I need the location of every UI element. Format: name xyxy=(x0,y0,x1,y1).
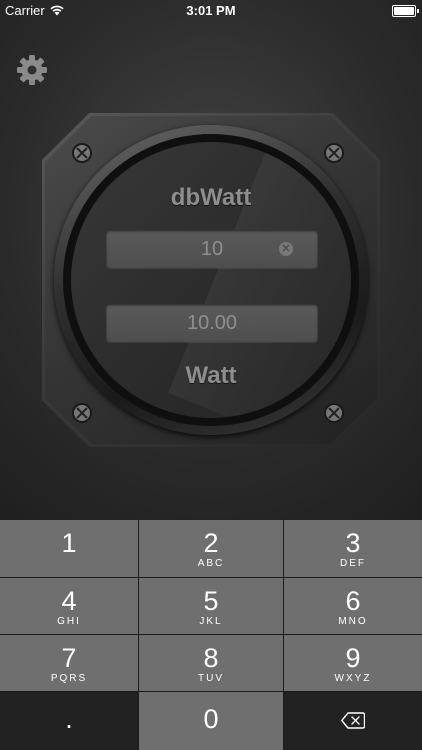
key-digit: 2 xyxy=(203,528,219,558)
status-bar: Carrier 3:01 PM xyxy=(0,0,422,22)
gauge-panel: dbWatt 10 ✕ 10.00 Watt xyxy=(42,113,380,447)
key-letters: TUV xyxy=(198,673,224,684)
key-decimal[interactable]: . xyxy=(0,692,138,750)
key-letters: GHI xyxy=(57,616,81,627)
watt-output-field[interactable]: 10.00 xyxy=(106,304,318,342)
key-6[interactable]: 6 MNO xyxy=(284,578,422,634)
key-digit: 1 xyxy=(61,528,77,558)
screw-icon xyxy=(72,403,92,423)
key-8[interactable]: 8 TUV xyxy=(139,635,283,691)
key-digit: 7 xyxy=(61,643,77,673)
numeric-keypad: 1 2 ABC 3 DEF 4 GHI 5 JKL 6 MNO 7 PQRS 8… xyxy=(0,520,422,750)
key-letters: ABC xyxy=(197,558,225,569)
key-7[interactable]: 7 PQRS xyxy=(0,635,138,691)
key-letters: JKL xyxy=(199,616,223,627)
dbwatt-label: dbWatt xyxy=(170,184,252,211)
clear-icon[interactable]: ✕ xyxy=(279,242,293,256)
gear-icon xyxy=(17,55,47,85)
watt-label: Watt xyxy=(185,362,237,389)
dbwatt-input-value: 10 xyxy=(200,238,224,260)
key-digit: 0 xyxy=(203,704,219,734)
screw-icon xyxy=(324,403,344,423)
key-digit: 6 xyxy=(345,586,361,616)
key-0[interactable]: 0 xyxy=(139,692,283,750)
screw-icon xyxy=(324,143,344,163)
key-9[interactable]: 9 WXYZ xyxy=(284,635,422,691)
key-letters: PQRS xyxy=(50,673,88,684)
battery-icon xyxy=(392,5,419,17)
key-digit: 8 xyxy=(203,643,219,673)
dbwatt-input[interactable]: 10 ✕ xyxy=(106,230,318,268)
key-3[interactable]: 3 DEF xyxy=(284,520,422,577)
key-1[interactable]: 1 xyxy=(0,520,138,577)
key-5[interactable]: 5 JKL xyxy=(139,578,283,634)
delete-backspace-icon xyxy=(341,712,366,729)
key-digit: 5 xyxy=(203,586,219,616)
key-digit: 9 xyxy=(345,643,361,673)
key-4[interactable]: 4 GHI xyxy=(0,578,138,634)
key-digit: 3 xyxy=(345,528,361,558)
key-letters: WXYZ xyxy=(334,673,372,684)
key-delete[interactable] xyxy=(284,692,422,750)
screw-icon xyxy=(72,143,92,163)
key-letters: DEF xyxy=(340,558,366,569)
key-digit: . xyxy=(65,704,73,734)
watt-output-value: 10.00 xyxy=(186,312,238,334)
key-letters: MNO xyxy=(338,616,368,627)
status-time: 3:01 PM xyxy=(186,3,236,18)
key-digit: 4 xyxy=(61,586,77,616)
settings-button[interactable] xyxy=(16,54,48,86)
key-2[interactable]: 2 ABC xyxy=(139,520,283,577)
